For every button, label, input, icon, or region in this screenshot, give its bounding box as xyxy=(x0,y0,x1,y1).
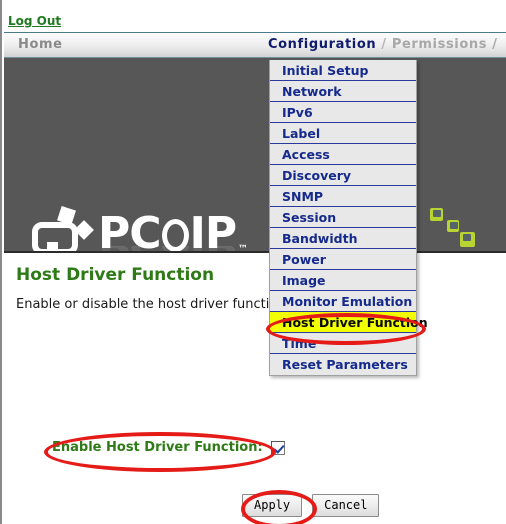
logout-link[interactable]: Log Out xyxy=(8,14,61,28)
dropdown-item-discovery[interactable]: Discovery xyxy=(270,165,416,186)
nav-item-permissions[interactable]: Permissions / xyxy=(392,37,498,52)
dropdown-item-host-driver-function[interactable]: Host Driver Function xyxy=(270,312,428,333)
navigation-bar: Home Configuration / Permissions / xyxy=(4,33,506,58)
dropdown-item-ipv6[interactable]: IPv6 xyxy=(270,102,416,123)
enable-host-driver-label: Enable Host Driver Function: xyxy=(52,440,263,455)
pcoip-logo: PCIP ™ PCIP xyxy=(32,206,252,253)
enable-host-driver-field: Enable Host Driver Function: xyxy=(52,440,285,455)
banner-bottom-edge xyxy=(4,251,506,253)
dropdown-item-power[interactable]: Power xyxy=(270,249,416,270)
nav-item-home[interactable]: Home xyxy=(18,37,63,52)
decorative-cube-icon-1 xyxy=(430,208,443,221)
form-button-row: Apply Cancel xyxy=(242,494,380,517)
enable-host-driver-checkbox[interactable] xyxy=(270,440,285,455)
page-description: Enable or disable the host driver functi… xyxy=(16,297,286,312)
logout-strip: Log Out xyxy=(2,0,506,33)
dropdown-item-bandwidth[interactable]: Bandwidth xyxy=(270,228,416,249)
dropdown-item-snmp[interactable]: SNMP xyxy=(270,186,416,207)
page-title: Host Driver Function xyxy=(16,265,215,285)
decorative-cube-icon-3 xyxy=(460,232,475,247)
nav-right-group: Configuration / Permissions / xyxy=(268,37,498,52)
dropdown-item-time[interactable]: Time xyxy=(270,333,416,354)
dropdown-item-session[interactable]: Session xyxy=(270,207,416,228)
decorative-cube-icon-2 xyxy=(447,220,459,232)
configuration-dropdown-menu[interactable]: Initial Setup Network IPv6 Label Access Disco… xyxy=(269,60,428,376)
dropdown-item-initial-setup[interactable]: Initial Setup xyxy=(270,60,416,81)
nav-item-configuration[interactable]: Configuration xyxy=(268,37,376,52)
cancel-button[interactable]: Cancel xyxy=(312,494,380,517)
dropdown-item-network[interactable]: Network xyxy=(270,81,416,102)
nav-separator: / xyxy=(376,37,392,52)
dropdown-item-image[interactable]: Image xyxy=(270,270,416,291)
dropdown-item-reset-parameters[interactable]: Reset Parameters xyxy=(270,354,416,375)
apply-button[interactable]: Apply xyxy=(242,494,303,517)
dropdown-item-label[interactable]: Label xyxy=(270,123,416,144)
dropdown-item-access[interactable]: Access xyxy=(270,144,416,165)
brand-banner: PCIP ™ PCIP xyxy=(4,58,506,253)
browser-page: Log Out Home Configuration / Permissions… xyxy=(0,0,506,524)
dropdown-item-monitor-emulation[interactable]: Monitor Emulation xyxy=(270,291,416,312)
